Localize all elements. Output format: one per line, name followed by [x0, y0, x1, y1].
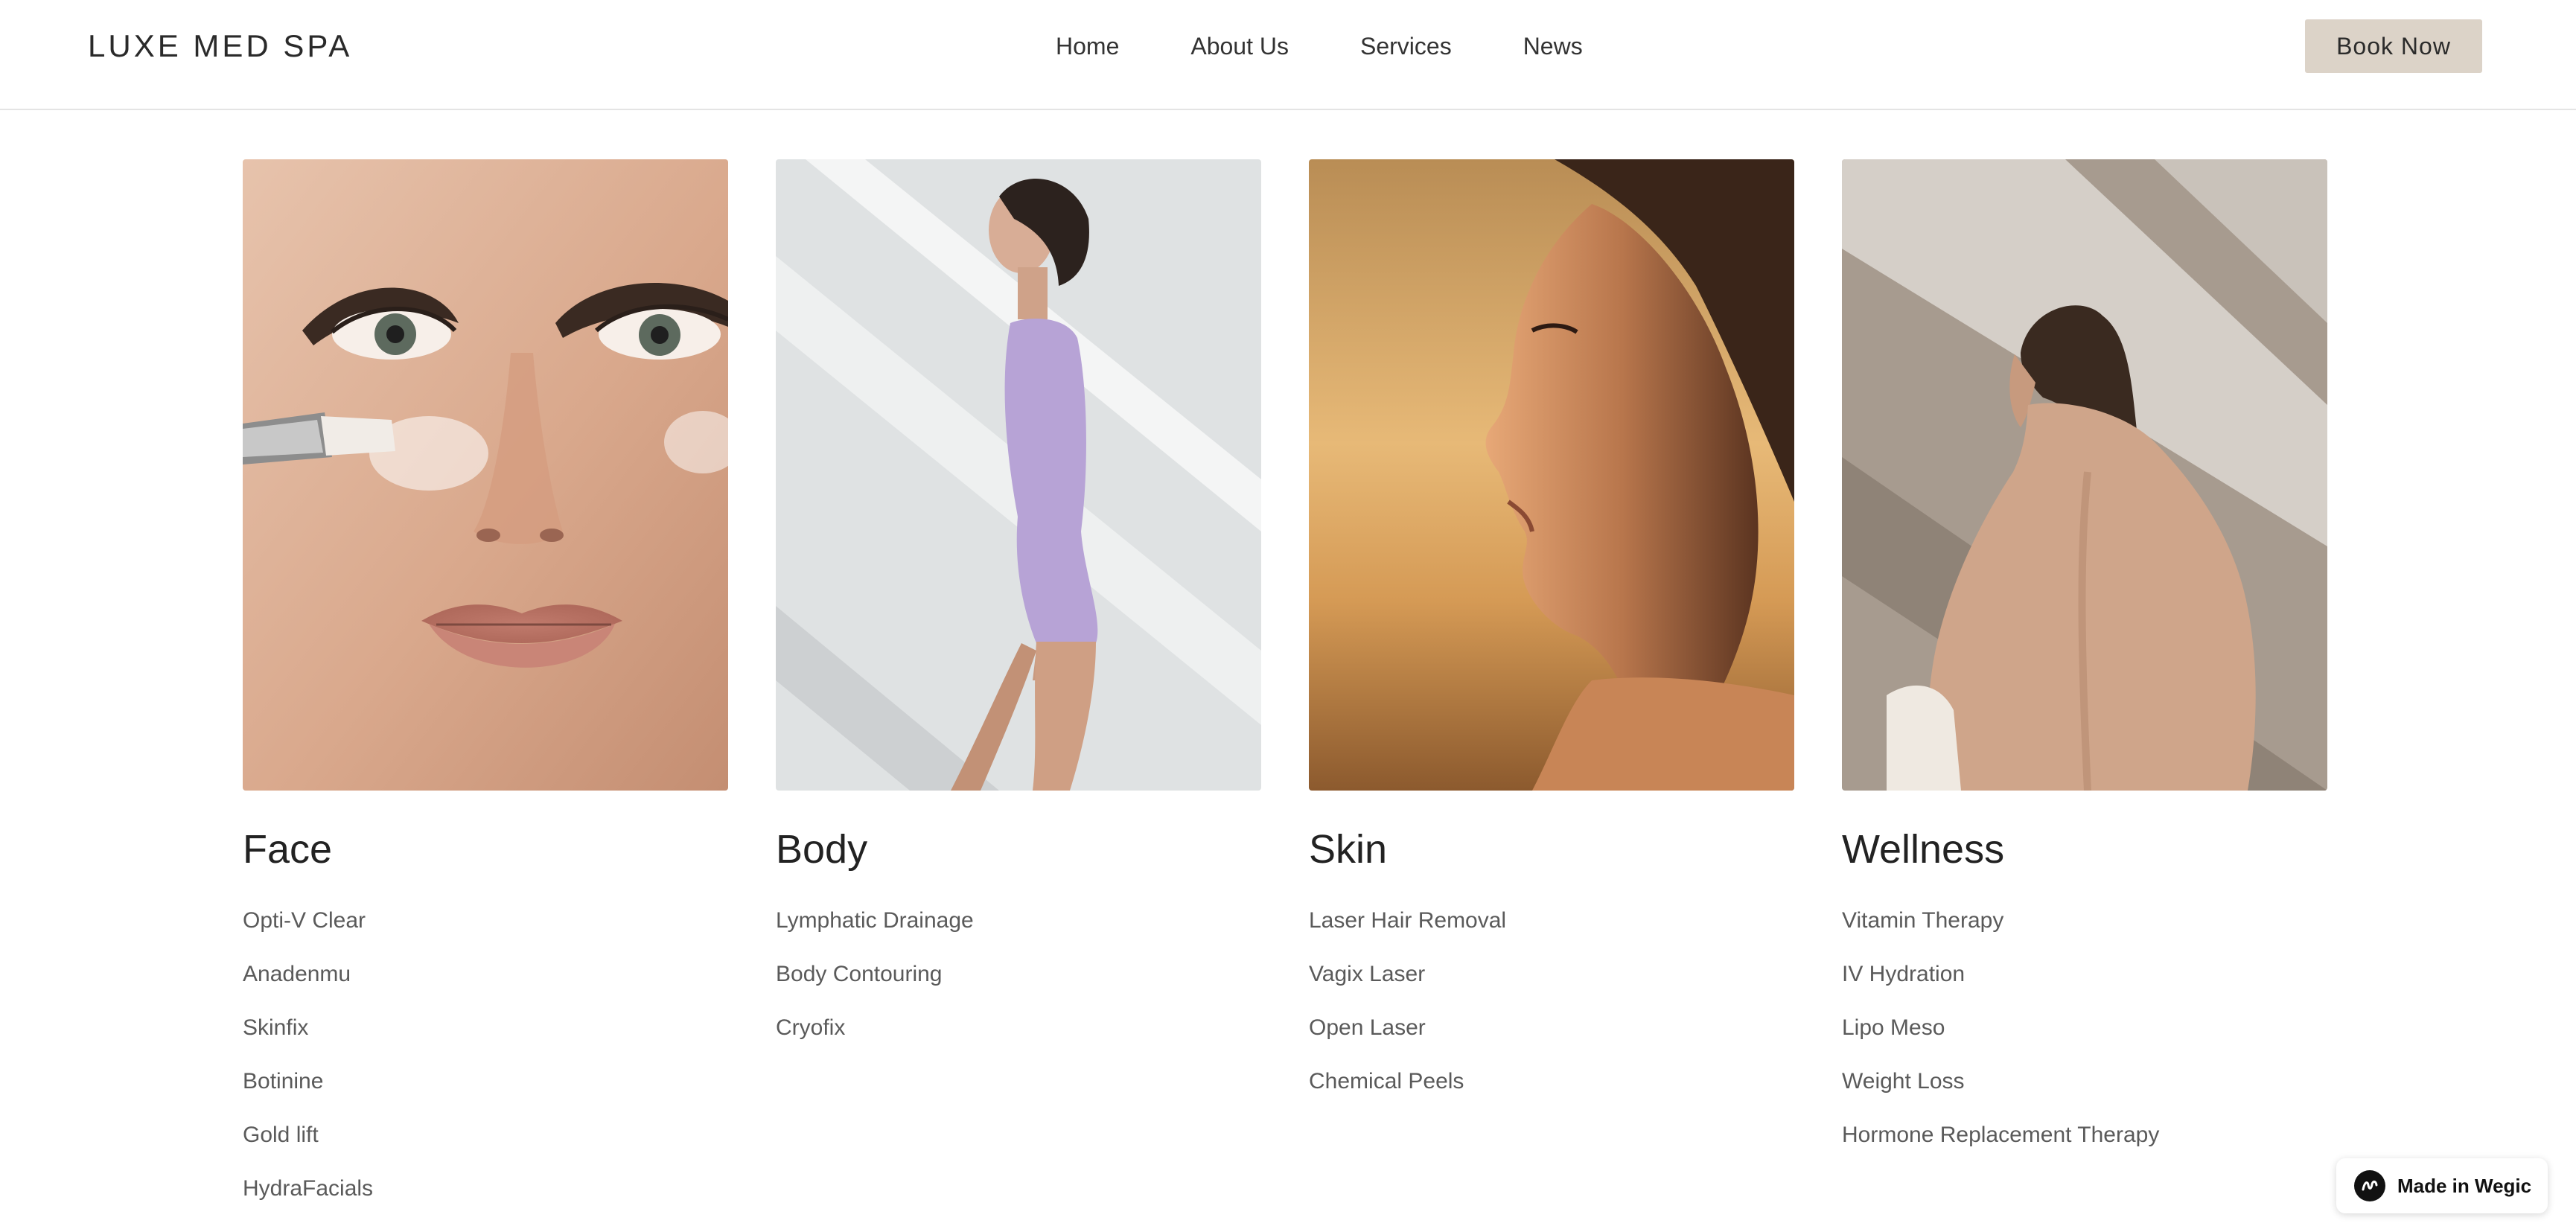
service-item[interactable]: Laser Hair Removal [1309, 907, 1794, 934]
wegic-logo-icon [2354, 1170, 2385, 1201]
service-item[interactable]: Body Contouring [776, 961, 1261, 988]
badge-label: Made in Wegic [2397, 1174, 2532, 1197]
body-photo [776, 159, 1261, 791]
category-card-skin: Skin Laser Hair Removal Vagix Laser Open… [1309, 159, 1794, 1122]
service-item[interactable]: Weight Loss [1842, 1068, 2327, 1095]
category-image-face[interactable] [243, 159, 728, 791]
service-list-wellness: Vitamin Therapy IV Hydration Lipo Meso W… [1842, 907, 2327, 1149]
category-image-body[interactable] [776, 159, 1261, 791]
nav-item-home[interactable]: Home [1056, 30, 1119, 63]
wellness-photo [1842, 159, 2327, 791]
service-item[interactable]: Gold lift [243, 1122, 728, 1149]
service-item[interactable]: Chemical Peels [1309, 1068, 1794, 1095]
service-item[interactable]: Cryofix [776, 1015, 1261, 1041]
skin-photo [1309, 159, 1794, 791]
service-item[interactable]: Lipo Meso [1842, 1015, 2327, 1041]
service-list-body: Lymphatic Drainage Body Contouring Cryof… [776, 907, 1261, 1041]
service-item[interactable]: IV Hydration [1842, 961, 2327, 988]
category-title-body: Body [776, 827, 868, 872]
service-list-skin: Laser Hair Removal Vagix Laser Open Lase… [1309, 907, 1794, 1095]
category-title-skin: Skin [1309, 827, 1388, 872]
site-logo[interactable]: LUXE MED SPA [88, 27, 352, 66]
category-title-face: Face [243, 827, 333, 872]
made-in-wegic-badge[interactable]: Made in Wegic [2336, 1158, 2548, 1213]
service-item[interactable]: Anadenmu [243, 961, 728, 988]
nav-item-news[interactable]: News [1523, 30, 1583, 63]
nav-item-services[interactable]: Services [1360, 30, 1452, 63]
service-item[interactable]: Lymphatic Drainage [776, 907, 1261, 934]
service-item[interactable]: Opti-V Clear [243, 907, 728, 934]
service-item[interactable]: Botinine [243, 1068, 728, 1095]
site-header: LUXE MED SPA Home About Us Services News… [0, 0, 2576, 110]
service-item[interactable]: Skinfix [243, 1015, 728, 1041]
main-nav: Home About Us Services News [1056, 30, 1583, 63]
face-photo [243, 159, 728, 791]
service-item[interactable]: Open Laser [1309, 1015, 1794, 1041]
category-image-wellness[interactable] [1842, 159, 2327, 791]
category-card-body: Body Lymphatic Drainage Body Contouring … [776, 159, 1261, 1068]
service-item[interactable]: Vitamin Therapy [1842, 907, 2327, 934]
nav-item-about-us[interactable]: About Us [1190, 30, 1289, 63]
category-card-wellness: Wellness Vitamin Therapy IV Hydration Li… [1842, 159, 2327, 1175]
category-image-skin[interactable] [1309, 159, 1794, 791]
service-item[interactable]: Vagix Laser [1309, 961, 1794, 988]
category-title-wellness: Wellness [1842, 827, 2005, 872]
service-item[interactable]: Hormone Replacement Therapy [1842, 1122, 2327, 1149]
category-card-face: Face Opti-V Clear Anadenmu Skinfix Botin… [243, 159, 728, 1229]
book-now-button[interactable]: Book Now [2305, 19, 2482, 73]
service-item[interactable]: HydraFacials [243, 1175, 728, 1202]
service-list-face: Opti-V Clear Anadenmu Skinfix Botinine G… [243, 907, 728, 1202]
